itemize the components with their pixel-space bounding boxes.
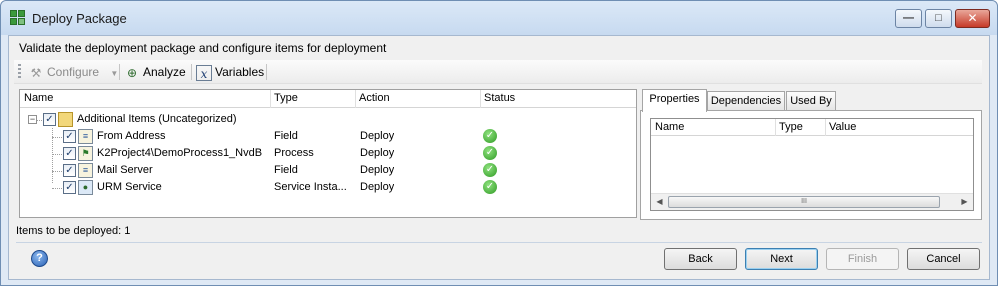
column-header-type[interactable]: Type [274, 92, 298, 104]
folder-icon [58, 112, 73, 127]
collapse-icon[interactable]: − [28, 115, 37, 124]
chevron-down-icon: ▼ [110, 69, 119, 78]
column-header-status[interactable]: Status [484, 92, 515, 104]
item-checkbox[interactable]: ✓ [63, 164, 76, 177]
analyze-label: Analyze [143, 65, 186, 79]
root-checkbox[interactable]: ✓ [43, 113, 56, 126]
minimize-button[interactable]: — [895, 9, 922, 28]
column-divider [270, 90, 271, 108]
next-button[interactable]: Next [745, 248, 818, 270]
table-row[interactable]: ✓ ≡ Mail Server Field Deploy ✓ [20, 162, 636, 179]
check-ok-icon: ✓ [483, 146, 497, 160]
root-name: Additional Items (Uncategorized) [77, 113, 237, 125]
toolbar-grip[interactable] [18, 64, 21, 80]
scroll-right-icon[interactable]: ▶ [956, 194, 973, 210]
configure-icon: ⚒ [30, 65, 42, 80]
toolbar-separator [191, 64, 192, 80]
finish-button[interactable]: Finish [826, 248, 899, 270]
item-action[interactable]: Deploy [360, 164, 394, 176]
title-bar[interactable]: Deploy Package — □ ✕ [1, 1, 997, 35]
item-action[interactable]: Deploy [360, 147, 394, 159]
dialog-body: Validate the deployment package and conf… [8, 35, 990, 280]
maximize-button[interactable]: □ [925, 9, 952, 28]
check-ok-icon: ✓ [483, 180, 497, 194]
cancel-button[interactable]: Cancel [907, 248, 980, 270]
column-divider [775, 119, 776, 136]
item-checkbox[interactable]: ✓ [63, 181, 76, 194]
variables-button[interactable]: x Variables [196, 63, 264, 81]
item-action[interactable]: Deploy [360, 130, 394, 142]
configure-button[interactable]: ⚒ Configure ▼ [28, 63, 119, 81]
item-name: K2Project4\DemoProcess1_NvdB [97, 147, 263, 159]
item-type: Field [274, 164, 298, 176]
toolbar-separator [266, 64, 267, 80]
item-name: URM Service [97, 181, 162, 193]
configure-label: Configure [47, 65, 100, 79]
details-tabs: Properties Dependencies Used By [642, 89, 982, 112]
window-title: Deploy Package [32, 11, 127, 26]
deploy-package-window: Deploy Package — □ ✕ Validate the deploy… [0, 0, 998, 286]
variables-label: Variables [215, 65, 265, 79]
column-header-type[interactable]: Type [779, 121, 803, 133]
item-checkbox[interactable]: ✓ [63, 130, 76, 143]
scroll-thumb[interactable]: III [668, 196, 940, 208]
table-row[interactable]: ✓ ≡ From Address Field Deploy ✓ [20, 128, 636, 145]
item-action[interactable]: Deploy [360, 181, 394, 193]
items-to-deploy-label: Items to be deployed: 1 [16, 225, 131, 237]
variables-icon: x [196, 64, 212, 81]
check-ok-icon: ✓ [483, 129, 497, 143]
analyze-button[interactable]: ⊕ Analyze [124, 63, 186, 81]
help-icon[interactable]: ? [31, 250, 48, 267]
column-divider [825, 119, 826, 136]
back-button[interactable]: Back [664, 248, 737, 270]
column-header-action[interactable]: Action [359, 92, 390, 104]
process-icon: ⚑ [78, 146, 93, 161]
tab-used-by[interactable]: Used By [786, 91, 836, 111]
instruction-text: Validate the deployment package and conf… [19, 41, 387, 55]
item-name: From Address [97, 130, 166, 142]
tree-root-row[interactable]: − ✓ Additional Items (Uncategorized) [20, 111, 636, 128]
properties-panel: Name Type Value ◀ III ▶ [640, 110, 982, 220]
tab-dependencies[interactable]: Dependencies [707, 91, 785, 111]
column-divider [355, 90, 356, 108]
check-ok-icon: ✓ [483, 163, 497, 177]
close-icon: ✕ [967, 11, 978, 25]
toolbar: ⚒ Configure ▼ ⊕ Analyze x Variables [14, 60, 982, 84]
item-checkbox[interactable]: ✓ [63, 147, 76, 160]
tab-properties[interactable]: Properties [642, 89, 707, 112]
column-header-name[interactable]: Name [655, 121, 684, 133]
service-icon: ● [78, 180, 93, 195]
deployment-items-tree[interactable]: Name Type Action Status − ✓ Additional I… [19, 89, 637, 218]
item-type: Process [274, 147, 314, 159]
properties-grid[interactable]: Name Type Value ◀ III ▶ [650, 118, 974, 211]
horizontal-scrollbar[interactable]: ◀ III ▶ [651, 193, 973, 210]
field-icon: ≡ [78, 129, 93, 144]
analyze-icon: ⊕ [126, 65, 138, 80]
table-row[interactable]: ✓ ⚑ K2Project4\DemoProcess1_NvdB Process… [20, 145, 636, 162]
toolbar-separator [119, 64, 120, 80]
column-header-name[interactable]: Name [24, 92, 53, 104]
scroll-left-icon[interactable]: ◀ [651, 194, 668, 210]
table-row[interactable]: ✓ ● URM Service Service Insta... Deploy … [20, 179, 636, 196]
tree-header: Name Type Action Status [20, 90, 636, 108]
item-type: Service Insta... [274, 181, 347, 193]
properties-header: Name Type Value [651, 119, 973, 136]
item-name: Mail Server [97, 164, 153, 176]
column-divider [480, 90, 481, 108]
column-header-value[interactable]: Value [829, 121, 856, 133]
close-button[interactable]: ✕ [955, 9, 990, 28]
maximize-icon: □ [935, 12, 942, 24]
footer-divider [16, 242, 982, 243]
minimize-icon: — [903, 12, 914, 24]
app-icon [10, 10, 26, 26]
field-icon: ≡ [78, 163, 93, 178]
item-type: Field [274, 130, 298, 142]
